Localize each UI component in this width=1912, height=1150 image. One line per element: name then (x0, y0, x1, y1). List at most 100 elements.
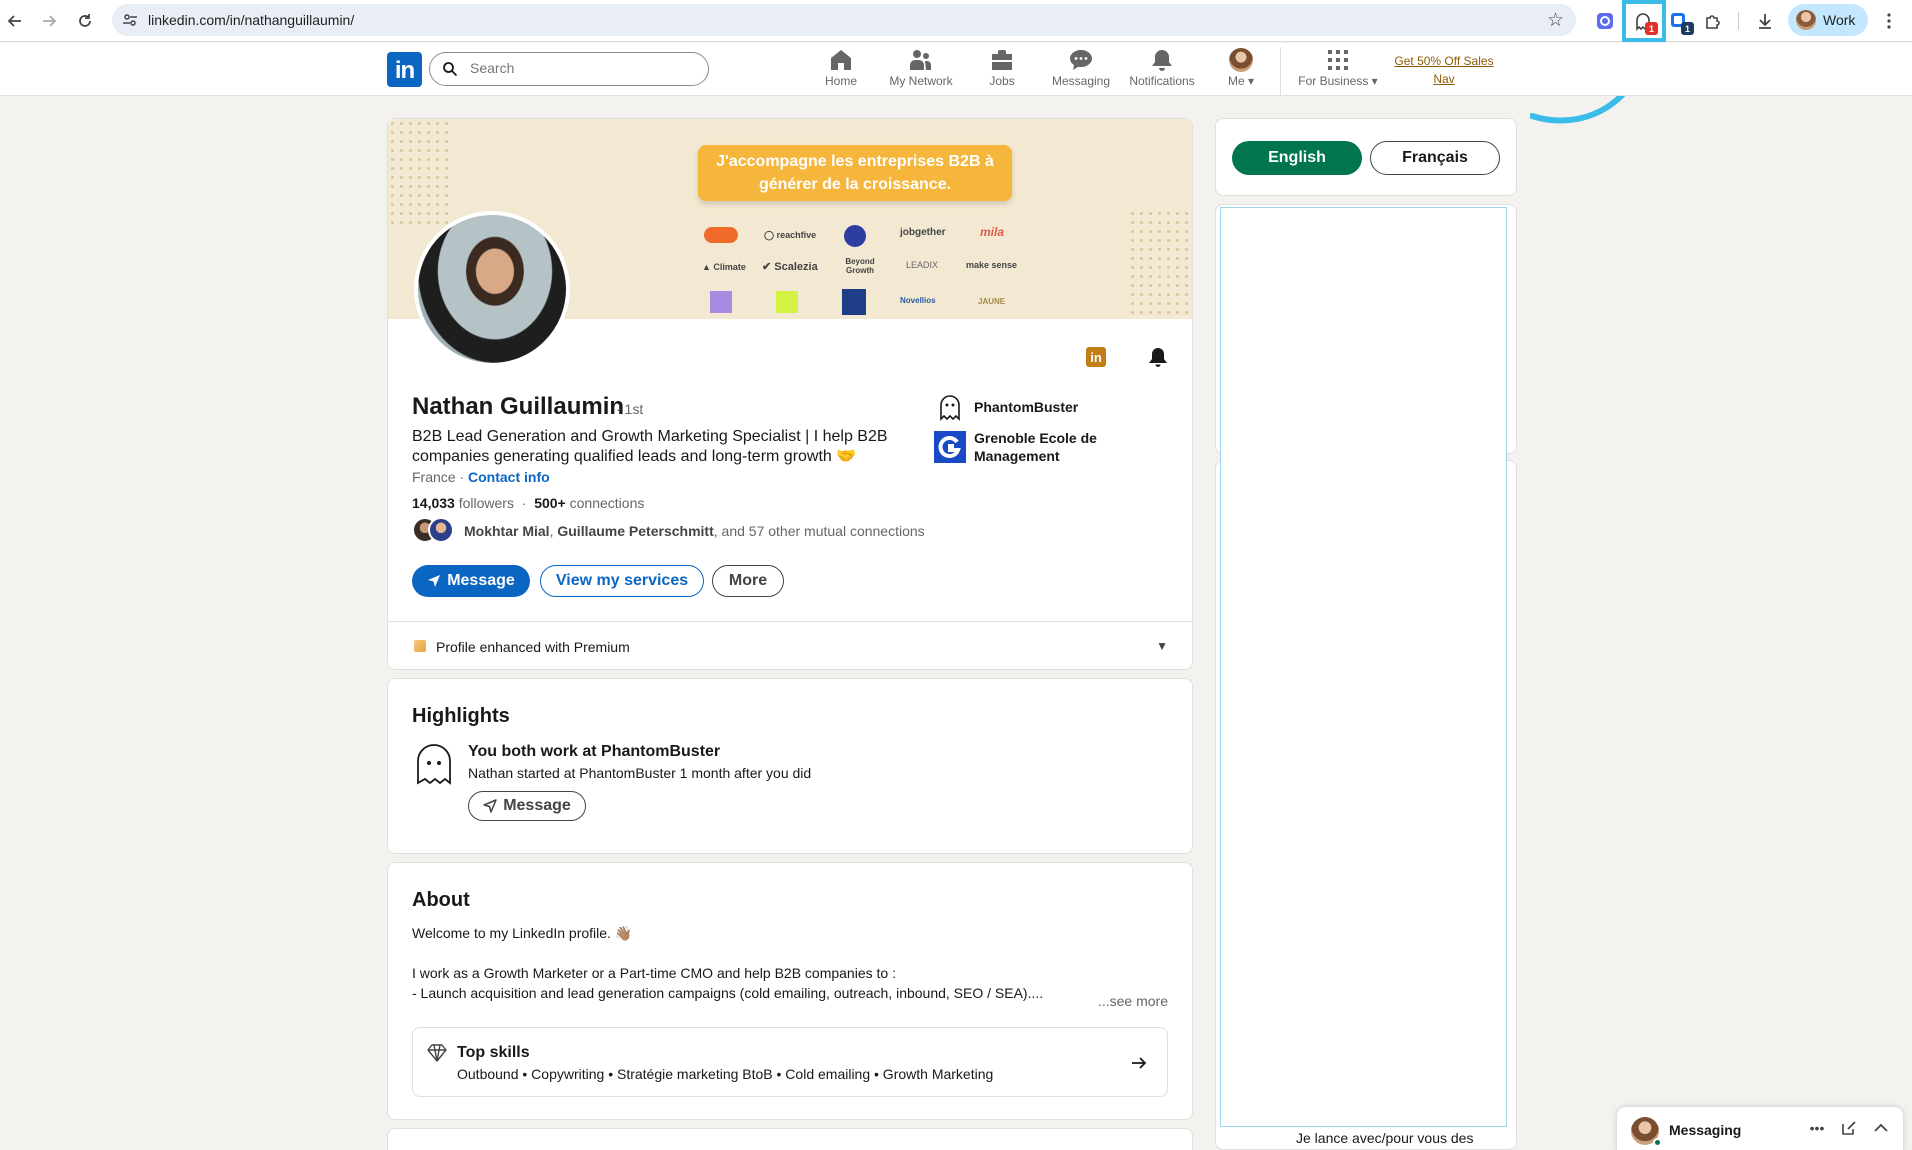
browser-profile-chip[interactable]: Work (1788, 4, 1868, 36)
about-line: I work as a Growth Marketer or a Part-ti… (412, 965, 896, 981)
more-options-icon[interactable]: ••• (1807, 1118, 1827, 1138)
client-logo: ✔ Scalezia (762, 261, 818, 273)
promo-line: Nav (1433, 72, 1455, 86)
language-switch-card: English Français (1215, 118, 1517, 196)
chat-icon (1069, 47, 1093, 73)
about-card: About Welcome to my LinkedIn profile. 👋🏽… (387, 862, 1193, 1120)
premium-text: Profile enhanced with Premium (436, 639, 630, 655)
nav-label: For Business ▾ (1298, 74, 1378, 88)
chevron-down-icon[interactable]: ▼ (1156, 639, 1168, 653)
connection-degree: · 1st (616, 401, 644, 417)
send-icon (483, 799, 497, 813)
connections-link[interactable]: 500+ (534, 495, 566, 511)
highlight-detail: Nathan started at PhantomBuster 1 month … (468, 765, 812, 781)
nav-divider (1280, 47, 1281, 95)
nav-my-network[interactable]: My Network (876, 47, 966, 95)
tagline-line: J'accompagne les entreprises B2B à (716, 153, 994, 170)
client-logo: jobgether (900, 227, 946, 238)
bookmark-star-icon[interactable]: ☆ (1547, 9, 1564, 32)
phantombuster-ghost-icon (417, 744, 451, 785)
client-logo: Novellios (900, 296, 936, 305)
org-education[interactable]: Grenoble Ecole de Management (934, 429, 1097, 465)
compose-icon[interactable] (1839, 1118, 1859, 1138)
svg-text:in: in (1090, 350, 1102, 365)
profile-photo[interactable] (414, 211, 570, 367)
briefcase-icon (990, 47, 1014, 73)
highlights-card: Highlights You both work at PhantomBuste… (387, 678, 1193, 854)
nav-notifications[interactable]: Notifications (1117, 47, 1207, 95)
nav-me[interactable]: Me ▾ (1196, 47, 1286, 95)
mutual-connections-link[interactable]: Mokhtar Mial, Guillaume Peterschmitt, an… (464, 523, 925, 539)
language-english-button[interactable]: English (1232, 141, 1362, 175)
nav-label: Notifications (1129, 74, 1195, 88)
extensions-puzzle-icon[interactable] (1700, 8, 1726, 34)
nav-label: My Network (889, 74, 953, 88)
client-logo-icon (842, 289, 866, 315)
extension-tab-icon[interactable]: 1 (1666, 8, 1694, 35)
client-logo: mila (980, 225, 1005, 239)
banner-dots (1128, 209, 1192, 319)
skills-list: Outbound • Copywriting • Stratégie marke… (457, 1066, 994, 1082)
client-logo: ▲ Climate (702, 262, 746, 272)
linkedin-top-bar: in Home My Network Jobs Messaging Notifi… (0, 43, 1912, 96)
extension-gear-icon[interactable] (1592, 8, 1618, 34)
profile-label: Work (1823, 12, 1856, 28)
school-logo-icon (934, 431, 966, 463)
profile-headline: B2B Lead Generation and Growth Marketing… (412, 428, 888, 465)
nav-label: Me ▾ (1227, 74, 1255, 88)
nav-for-business[interactable]: For Business ▾ (1292, 47, 1384, 95)
right-rail-text: Je lance avec/pour vous des (1296, 1130, 1474, 1146)
search-box[interactable] (429, 52, 709, 86)
forward-arrow-icon[interactable] (36, 8, 62, 34)
client-logo: LEADIX (906, 260, 939, 270)
bell-icon (1151, 47, 1173, 73)
button-label: Message (503, 797, 571, 814)
toolbar-divider (1738, 12, 1739, 30)
org-current-company[interactable]: PhantomBuster (934, 391, 1078, 423)
client-logo: JAUNE (978, 297, 1006, 306)
messaging-dock[interactable]: Messaging ••• (1616, 1106, 1904, 1150)
linkedin-logo-icon[interactable]: in (387, 52, 422, 87)
skills-title: Top skills (457, 1044, 530, 1061)
arrow-right-icon (1132, 1057, 1147, 1069)
back-arrow-icon[interactable] (2, 8, 28, 34)
profile-location: France · Contact info (412, 469, 550, 485)
download-icon[interactable] (1752, 8, 1778, 34)
sales-nav-promo-link[interactable]: Get 50% Off Sales Nav (1386, 52, 1502, 88)
mutual-connection-avatars[interactable] (412, 517, 458, 545)
promo-line: Get 50% Off Sales (1394, 54, 1494, 68)
nav-jobs[interactable]: Jobs (957, 47, 1047, 95)
phantombuster-ghost-icon (934, 391, 966, 423)
address-bar[interactable]: linkedin.com/in/nathanguillaumin/ ☆ (112, 4, 1576, 36)
profile-top-card: J'accompagne les entreprises B2B à génér… (387, 118, 1193, 670)
online-status-dot (1653, 1138, 1662, 1147)
highlight-message-button[interactable]: Message (468, 791, 586, 821)
kebab-menu-icon[interactable] (1876, 8, 1902, 34)
about-line: - Launch acquisition and lead generation… (412, 985, 1044, 1001)
extension-sidepanel-frame[interactable] (1220, 207, 1507, 1127)
client-logo-icon (710, 291, 732, 313)
more-button[interactable]: More (712, 565, 784, 597)
send-icon (428, 575, 441, 587)
premium-icon (414, 640, 426, 652)
chevron-up-icon[interactable] (1871, 1118, 1891, 1138)
premium-enhanced-row[interactable]: Profile enhanced with Premium ▼ (388, 621, 1192, 669)
nav-home[interactable]: Home (796, 47, 886, 95)
top-skills-row[interactable]: Top skills Outbound • Copywriting • Stra… (412, 1027, 1168, 1097)
search-input[interactable] (470, 60, 690, 76)
view-services-button[interactable]: View my services (540, 565, 704, 597)
bell-icon[interactable] (1144, 343, 1172, 371)
premium-linkedin-icon[interactable]: in (1082, 343, 1110, 371)
banner-tagline: J'accompagne les entreprises B2B à génér… (698, 145, 1012, 201)
contact-info-link[interactable]: Contact info (468, 469, 550, 485)
nav-messaging[interactable]: Messaging (1036, 47, 1126, 95)
section-title: About (412, 889, 470, 911)
site-settings-icon[interactable] (122, 12, 138, 28)
message-button[interactable]: Message (412, 565, 530, 597)
extension-highlight-box (1622, 0, 1666, 42)
url-text[interactable]: linkedin.com/in/nathanguillaumin/ (148, 12, 354, 28)
reload-icon[interactable] (72, 8, 98, 34)
language-french-button[interactable]: Français (1370, 141, 1500, 175)
see-more-link[interactable]: ...see more (1098, 993, 1168, 1009)
client-logo-icon (704, 227, 738, 243)
